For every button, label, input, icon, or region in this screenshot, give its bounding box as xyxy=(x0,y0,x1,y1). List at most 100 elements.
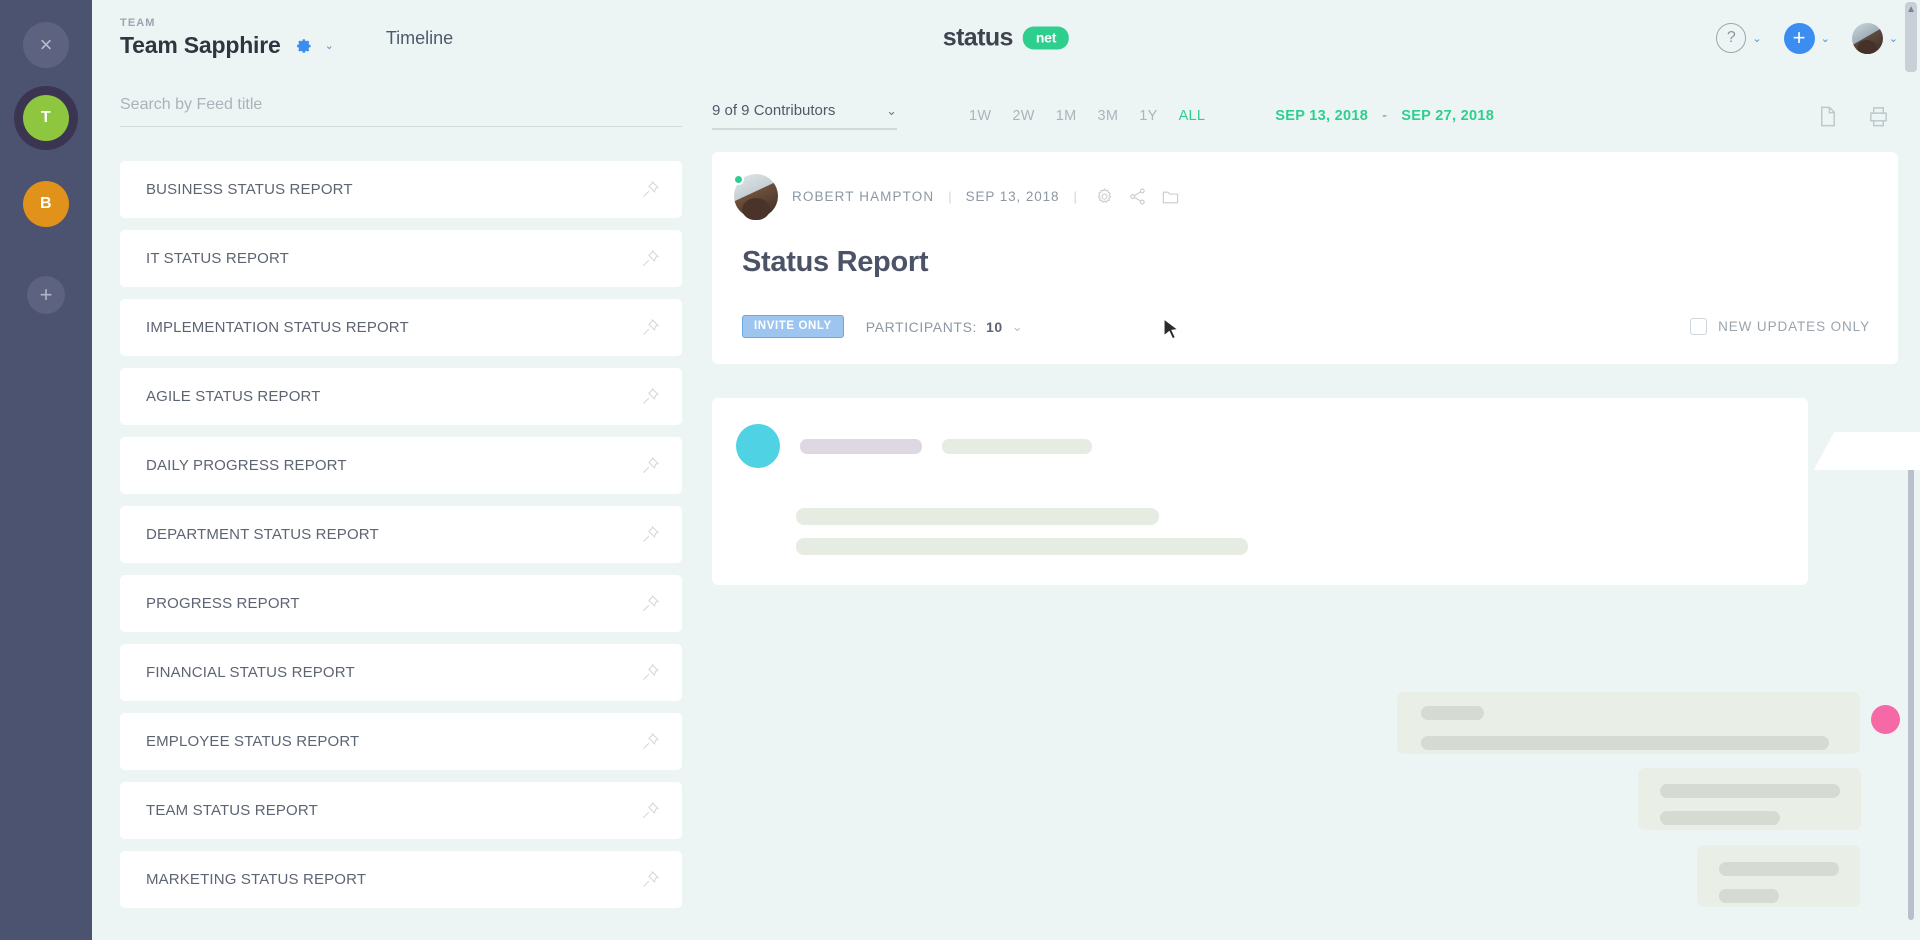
avatar[interactable] xyxy=(734,174,778,218)
share-icon[interactable] xyxy=(1128,187,1147,206)
left-rail: × T B + xyxy=(0,0,92,940)
list-item[interactable]: DAILY PROGRESS REPORT xyxy=(120,437,682,494)
skeleton-line xyxy=(796,508,1159,525)
list-item[interactable]: IMPLEMENTATION STATUS REPORT xyxy=(120,299,682,356)
date-dash: - xyxy=(1382,108,1387,124)
skeleton-bar xyxy=(800,439,922,454)
pin-icon[interactable] xyxy=(641,180,660,199)
feed-title: IMPLEMENTATION STATUS REPORT xyxy=(146,319,641,336)
pin-icon[interactable] xyxy=(641,732,660,751)
add-team-button[interactable]: + xyxy=(27,276,65,314)
main-area: TEAM Team Sapphire ⌄ Timeline status net… xyxy=(92,0,1920,940)
help-button[interactable]: ? ⌄ xyxy=(1716,23,1761,53)
list-item[interactable]: BUSINESS STATUS REPORT xyxy=(120,161,682,218)
list-item[interactable]: IT STATUS REPORT xyxy=(120,230,682,287)
list-item[interactable]: EMPLOYEE STATUS REPORT xyxy=(120,713,682,770)
help-icon[interactable]: ? xyxy=(1716,23,1746,53)
skeleton-line xyxy=(1421,736,1829,750)
plus-icon[interactable]: + xyxy=(1784,23,1815,54)
pin-icon[interactable] xyxy=(641,318,660,337)
feed-title: DAILY PROGRESS REPORT xyxy=(146,457,641,474)
close-glyph: × xyxy=(40,34,53,56)
create-button[interactable]: + ⌄ xyxy=(1784,23,1830,54)
folder-icon[interactable] xyxy=(1161,187,1180,206)
gear-icon[interactable] xyxy=(293,36,313,56)
tab-timeline[interactable]: Timeline xyxy=(386,28,453,49)
brand-logo: status net xyxy=(943,24,1069,53)
chevron-down-icon[interactable]: ⌄ xyxy=(1821,32,1830,45)
feed-title: DEPARTMENT STATUS REPORT xyxy=(146,526,641,543)
date-end[interactable]: SEP 27, 2018 xyxy=(1401,108,1494,124)
search-input[interactable] xyxy=(120,90,682,127)
range-3m[interactable]: 3M xyxy=(1097,108,1118,124)
chevron-down-icon[interactable]: ⌄ xyxy=(1889,32,1898,45)
rail-avatar-slot-t[interactable]: T xyxy=(14,86,78,150)
print-icon[interactable] xyxy=(1867,105,1890,128)
chevron-down-icon[interactable]: ⌄ xyxy=(1752,32,1761,45)
pin-icon[interactable] xyxy=(641,525,660,544)
list-item[interactable]: MARKETING STATUS REPORT xyxy=(120,851,682,908)
document-icon[interactable] xyxy=(1816,105,1839,128)
range-all[interactable]: ALL xyxy=(1179,108,1206,124)
skeleton-line xyxy=(1719,889,1779,903)
participants[interactable]: PARTICIPANTS: 10 ⌄ xyxy=(866,319,1024,335)
app-root: × T B + TEAM Team Sapphire xyxy=(0,0,1920,940)
brand-badge: net xyxy=(1023,27,1069,50)
avatar[interactable]: B xyxy=(23,181,69,227)
status-badge[interactable]: INVITE ONLY xyxy=(742,315,844,338)
feed-title: FINANCIAL STATUS REPORT xyxy=(146,664,641,681)
pin-icon[interactable] xyxy=(641,387,660,406)
online-status-dot xyxy=(733,174,744,185)
date-start[interactable]: SEP 13, 2018 xyxy=(1275,108,1368,124)
checkbox[interactable] xyxy=(1690,318,1707,335)
range-1w[interactable]: 1W xyxy=(969,108,991,124)
post-header: ROBERT HAMPTON | SEP 13, 2018 | xyxy=(712,152,1898,236)
range-1m[interactable]: 1M xyxy=(1056,108,1077,124)
scrollbar-thumb[interactable] xyxy=(1908,450,1914,920)
new-updates-label: NEW UPDATES ONLY xyxy=(1718,319,1870,334)
avatar[interactable] xyxy=(1852,23,1883,54)
team-label: TEAM xyxy=(120,17,334,29)
close-icon[interactable]: × xyxy=(23,22,69,68)
gear-icon[interactable] xyxy=(1095,187,1114,206)
plus-glyph: + xyxy=(1793,27,1806,49)
list-item[interactable]: FINANCIAL STATUS REPORT xyxy=(120,644,682,701)
pin-icon[interactable] xyxy=(641,249,660,268)
pin-icon[interactable] xyxy=(641,663,660,682)
chevron-down-icon[interactable]: ⌄ xyxy=(886,103,897,119)
avatar[interactable]: T xyxy=(23,95,69,141)
list-item[interactable]: DEPARTMENT STATUS REPORT xyxy=(120,506,682,563)
skeleton-block xyxy=(1397,692,1860,754)
pin-icon[interactable] xyxy=(641,594,660,613)
list-item[interactable]: AGILE STATUS REPORT xyxy=(120,368,682,425)
chevron-down-icon[interactable]: ⌄ xyxy=(325,39,334,52)
feed-column: BUSINESS STATUS REPORT IT STATUS REPORT … xyxy=(92,76,712,940)
separator: | xyxy=(1073,189,1076,204)
avatar-face xyxy=(743,198,770,220)
list-item[interactable]: PROGRESS REPORT xyxy=(120,575,682,632)
top-bar: TEAM Team Sapphire ⌄ Timeline status net… xyxy=(92,0,1920,76)
post-date: SEP 13, 2018 xyxy=(966,189,1060,204)
pin-icon[interactable] xyxy=(641,456,660,475)
participants-label: PARTICIPANTS: xyxy=(866,319,977,335)
rail-avatar-slot-b[interactable]: B xyxy=(14,172,78,236)
top-bar-actions: ? ⌄ + ⌄ ⌄ xyxy=(1716,23,1898,54)
user-menu[interactable]: ⌄ xyxy=(1852,23,1898,54)
range-1y[interactable]: 1Y xyxy=(1139,108,1157,124)
range-2w[interactable]: 2W xyxy=(1012,108,1034,124)
pin-icon[interactable] xyxy=(641,801,660,820)
brand-name: status xyxy=(943,24,1013,53)
feed-title: EMPLOYEE STATUS REPORT xyxy=(146,733,641,750)
post-card: ROBERT HAMPTON | SEP 13, 2018 | xyxy=(712,152,1898,364)
feed-title: IT STATUS REPORT xyxy=(146,250,641,267)
new-updates-only-toggle[interactable]: NEW UPDATES ONLY xyxy=(1690,318,1870,335)
skeleton-avatar-dot xyxy=(1871,705,1900,734)
skeleton-block xyxy=(1697,845,1860,907)
scroll-up-arrow-icon[interactable]: ▲ xyxy=(1906,4,1916,15)
feed-title: AGILE STATUS REPORT xyxy=(146,388,641,405)
list-item[interactable]: TEAM STATUS REPORT xyxy=(120,782,682,839)
double-chevron-down-icon[interactable]: ⌄ xyxy=(1012,320,1024,333)
contributors-dropdown[interactable]: 9 of 9 Contributors ⌄ xyxy=(712,102,897,130)
feed-list: BUSINESS STATUS REPORT IT STATUS REPORT … xyxy=(120,161,682,908)
pin-icon[interactable] xyxy=(641,870,660,889)
